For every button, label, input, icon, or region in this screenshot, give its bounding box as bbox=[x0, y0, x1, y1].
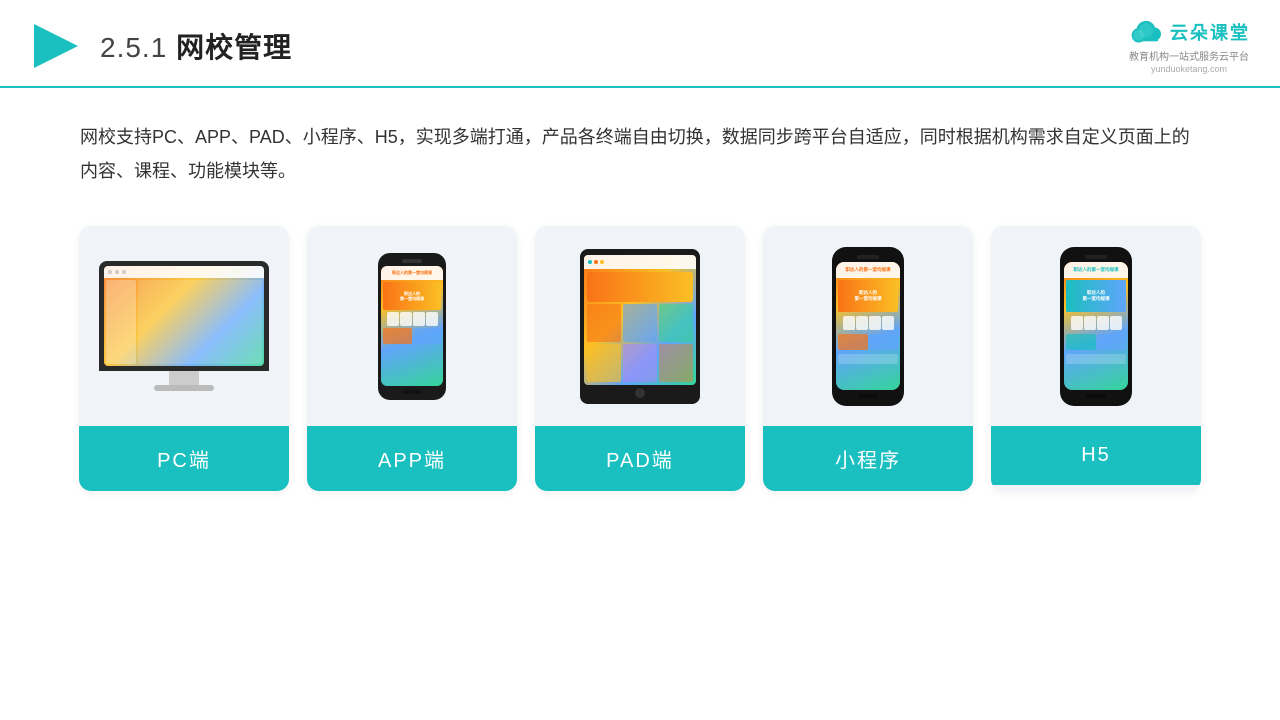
card-pc-image bbox=[79, 226, 289, 426]
card-pc-label: PC端 bbox=[79, 426, 289, 491]
platform-cards: PC端 职达人的第一堂均规课 职达人的第一堂均规课 bbox=[0, 208, 1280, 491]
page-title: 2.5.1 网校管理 bbox=[100, 26, 292, 66]
cloud-icon bbox=[1128, 18, 1164, 46]
logo-area: 云朵课堂 教育机构一站式服务云平台 yunduoketang.com bbox=[1128, 18, 1250, 74]
card-h5-label: H5 bbox=[991, 426, 1201, 485]
phone-mockup-h5: 职达人的第一堂均规课 职达人的第一堂均规课 bbox=[1060, 247, 1132, 406]
logo-cloud: 云朵课堂 bbox=[1128, 18, 1250, 46]
description-content: 网校支持PC、APP、PAD、小程序、H5，实现多端打通，产品各终端自由切换，数… bbox=[80, 127, 1190, 181]
card-h5-image: 职达人的第一堂均规课 职达人的第一堂均规课 bbox=[991, 226, 1201, 426]
card-miniprogram-label: 小程序 bbox=[763, 426, 973, 491]
card-miniprogram-image: 职达人的第一堂均规课 职达人的第一堂均规课 bbox=[763, 226, 973, 426]
logo-url: yunduoketang.com bbox=[1151, 64, 1227, 74]
header-left: 2.5.1 网校管理 bbox=[30, 20, 292, 72]
logo-tagline: 教育机构一站式服务云平台 bbox=[1129, 48, 1249, 63]
card-app-label: APP端 bbox=[307, 426, 517, 491]
phone-mockup-miniprogram: 职达人的第一堂均规课 职达人的第一堂均规课 bbox=[832, 247, 904, 406]
card-miniprogram: 职达人的第一堂均规课 职达人的第一堂均规课 bbox=[763, 226, 973, 491]
card-pad: PAD端 bbox=[535, 226, 745, 491]
page-title-text: 网校管理 bbox=[176, 32, 292, 63]
card-app-image: 职达人的第一堂均规课 职达人的第一堂均规课 bbox=[307, 226, 517, 426]
play-icon bbox=[30, 20, 82, 72]
pc-monitor bbox=[99, 261, 269, 391]
card-pc: PC端 bbox=[79, 226, 289, 491]
logo-brand-text: 云朵课堂 bbox=[1170, 19, 1250, 45]
page-title-number: 2.5.1 bbox=[100, 32, 167, 63]
page-header: 2.5.1 网校管理 云朵课堂 教育机构一站式服务云平台 yunduoketan… bbox=[0, 0, 1280, 88]
description-text: 网校支持PC、APP、PAD、小程序、H5，实现多端打通，产品各终端自由切换，数… bbox=[0, 88, 1280, 208]
card-pad-image bbox=[535, 226, 745, 426]
tablet-mockup bbox=[580, 249, 700, 404]
card-h5: 职达人的第一堂均规课 职达人的第一堂均规课 bbox=[991, 226, 1201, 491]
card-app: 职达人的第一堂均规课 职达人的第一堂均规课 bbox=[307, 226, 517, 491]
card-pad-label: PAD端 bbox=[535, 426, 745, 491]
phone-mockup-app: 职达人的第一堂均规课 职达人的第一堂均规课 bbox=[378, 253, 446, 400]
